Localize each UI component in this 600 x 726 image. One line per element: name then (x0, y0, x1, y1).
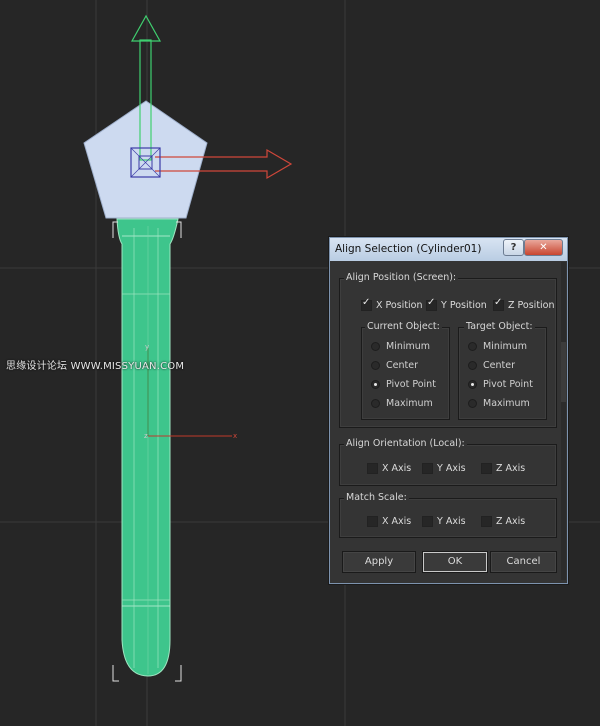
dialog-scrollbar[interactable] (561, 262, 566, 580)
current-object-label: Current Object: (365, 321, 442, 332)
align-position-label: Align Position (Screen): (344, 272, 459, 283)
help-button[interactable]: ? (503, 239, 524, 256)
current-pivot-point-radio[interactable]: Pivot Point (371, 379, 436, 390)
target-maximum-radio[interactable]: Maximum (468, 398, 530, 409)
x-position-checkbox[interactable]: X Position (361, 297, 423, 311)
axis-label-z: z (144, 432, 148, 440)
current-maximum-radio[interactable]: Maximum (371, 398, 433, 409)
z-position-check-icon[interactable] (493, 297, 504, 311)
cancel-button[interactable]: Cancel (490, 551, 557, 573)
dialog-title: Align Selection (Cylinder01) (335, 243, 482, 255)
y-position-check-icon[interactable] (426, 297, 437, 311)
z-position-checkbox[interactable]: Z Position (493, 297, 555, 311)
scale-y-axis-checkbox[interactable]: Y Axis (422, 516, 466, 527)
scale-x-axis-checkbox[interactable]: X Axis (367, 516, 411, 527)
scale-z-axis-checkbox[interactable]: Z Axis (481, 516, 525, 527)
y-position-checkbox[interactable]: Y Position (426, 297, 487, 311)
current-center-radio[interactable]: Center (371, 360, 418, 371)
target-object-label: Target Object: (464, 321, 535, 332)
target-pivot-point-radio[interactable]: Pivot Point (468, 379, 533, 390)
ok-button[interactable]: OK (422, 551, 488, 573)
current-minimum-radio[interactable]: Minimum (371, 341, 430, 352)
align-orientation-label: Align Orientation (Local): (344, 438, 467, 449)
orientation-z-axis-checkbox[interactable]: Z Axis (481, 463, 525, 474)
dialog-titlebar[interactable]: Align Selection (Cylinder01) ? ✕ (330, 238, 567, 261)
axis-label-x: x (233, 432, 237, 440)
target-center-radio[interactable]: Center (468, 360, 515, 371)
align-selection-dialog: Align Selection (Cylinder01) ? ✕ Align P… (329, 237, 568, 584)
close-button[interactable]: ✕ (524, 239, 563, 256)
apply-button[interactable]: Apply (342, 551, 416, 573)
watermark-text: 思缘设计论坛 WWW.MISSYUAN.COM (6, 361, 185, 372)
match-scale-label: Match Scale: (344, 492, 409, 503)
orientation-x-axis-checkbox[interactable]: X Axis (367, 463, 411, 474)
scroll-thumb[interactable] (561, 342, 566, 402)
x-position-check-icon[interactable] (361, 297, 372, 311)
target-minimum-radio[interactable]: Minimum (468, 341, 527, 352)
cylinder-mesh (116, 218, 179, 677)
axis-label-y: y (145, 343, 149, 351)
orientation-y-axis-checkbox[interactable]: Y Axis (422, 463, 466, 474)
